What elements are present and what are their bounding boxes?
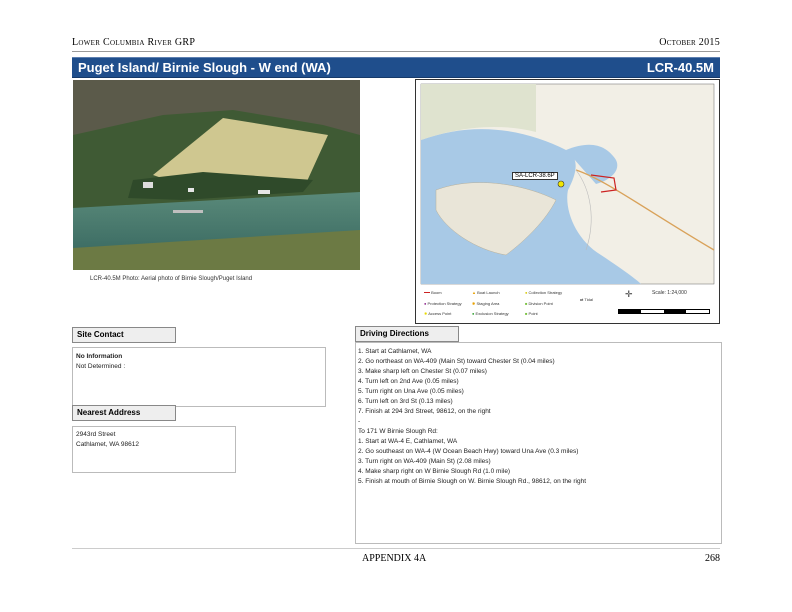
nearest-address-heading: Nearest Address — [72, 405, 176, 421]
site-contact-heading: Site Contact — [72, 327, 176, 343]
direction-line: 4. Make sharp right on W Birnie Slough R… — [358, 468, 511, 475]
site-contact-box: No Information Not Determined : — [72, 347, 326, 407]
aerial-photo — [73, 80, 360, 270]
direction-line: 5. Turn right on Una Ave (0.05 miles) — [358, 388, 464, 395]
direction-line: 5. Finish at mouth of Birnie Slough on W… — [358, 478, 586, 485]
legend-label: Protection Strategy — [427, 301, 462, 306]
star-icon: ✱ — [472, 301, 476, 306]
legend-label: Access Point — [428, 311, 452, 316]
legend-label: Boom — [431, 290, 442, 295]
line-icon — [424, 292, 430, 294]
legend-label: Collection Strategy — [528, 290, 563, 295]
direction-line: 7. Finish at 294 3rd Street, 98612, on t… — [358, 408, 491, 415]
legend-label: Point — [528, 311, 538, 316]
map-scale: Scale: 1:24,000 — [652, 290, 687, 296]
map-legend: Boom ▲ Boat Launch ● Collection Strategy… — [420, 287, 715, 319]
direction-line: 2. Go southeast on WA-4 (W Ocean Beach H… — [358, 448, 579, 455]
map-site-label: SA-LCR-38.6P — [512, 172, 558, 180]
site-name: Puget Island/ Birnie Slough - W end (WA) — [78, 60, 331, 75]
org-name: Lower Columbia River GRP — [72, 37, 196, 48]
report-date: October 2015 — [659, 37, 720, 48]
appendix-label: APPENDIX 4A — [362, 553, 427, 564]
site-code: LCR-40.5M — [646, 60, 714, 75]
arrow-icon: ⇄ — [580, 297, 584, 302]
photo-caption: LCR-40.5M Photo: Aerial photo of Birnie … — [90, 276, 253, 282]
legend-label: Boat Launch — [477, 290, 500, 295]
direction-line: 1. Start at Cathlamet, WA — [358, 348, 432, 355]
star-icon: ✸ — [424, 311, 428, 316]
site-map[interactable]: SA-LCR-38.6P Boom ▲ Boat Launch ● Collec… — [415, 79, 720, 324]
triangle-icon: ▲ — [472, 290, 476, 295]
circle-icon: ● — [525, 290, 528, 295]
direction-line: 2. Go northeast on WA-409 (Main St) towa… — [358, 358, 555, 365]
address-line1: 2943rd Street — [76, 431, 116, 438]
legend-label: Staging Area — [476, 301, 500, 306]
direction-line: 3. Turn right on WA-409 (Main St) (2.08 … — [358, 458, 491, 465]
title-bar: Puget Island/ Birnie Slough - W end (WA)… — [72, 57, 720, 78]
circle-icon: ● — [472, 311, 475, 316]
scale-bar — [618, 309, 710, 314]
contact-name: No Information — [76, 353, 123, 360]
direction-line: - — [358, 418, 361, 425]
direction-line: 1. Start at WA-4 E, Cathlamet, WA — [358, 438, 458, 445]
circle-icon: ● — [424, 301, 427, 306]
direction-line: 4. Turn left on 2nd Ave (0.05 miles) — [358, 378, 459, 385]
direction-line: 3. Make sharp left on Chester St (0.07 m… — [358, 368, 487, 375]
direction-line: To 171 W Birnie Slough Rd: — [358, 428, 438, 435]
legend-label: Division Point — [528, 301, 553, 306]
legend-label: Tidal — [584, 297, 593, 302]
address-line2: Cathlamet, WA 98612 — [76, 441, 139, 448]
square-icon: ■ — [525, 301, 528, 306]
driving-directions-box: 1. Start at Cathlamet, WA 2. Go northeas… — [355, 342, 722, 544]
direction-line: 6. Turn left on 3rd St (0.13 miles) — [358, 398, 453, 405]
north-arrow-icon: ✛ — [625, 289, 633, 299]
page-number: 268 — [705, 553, 720, 564]
nearest-address-box: 2943rd Street Cathlamet, WA 98612 — [72, 426, 236, 473]
contact-phone: Not Determined : — [76, 363, 126, 370]
square-icon: ■ — [525, 311, 528, 316]
footer-rule — [72, 548, 720, 549]
header-rule — [72, 51, 720, 52]
legend-label: Exclusion Strategy — [475, 311, 509, 316]
driving-directions-heading: Driving Directions — [355, 326, 459, 342]
